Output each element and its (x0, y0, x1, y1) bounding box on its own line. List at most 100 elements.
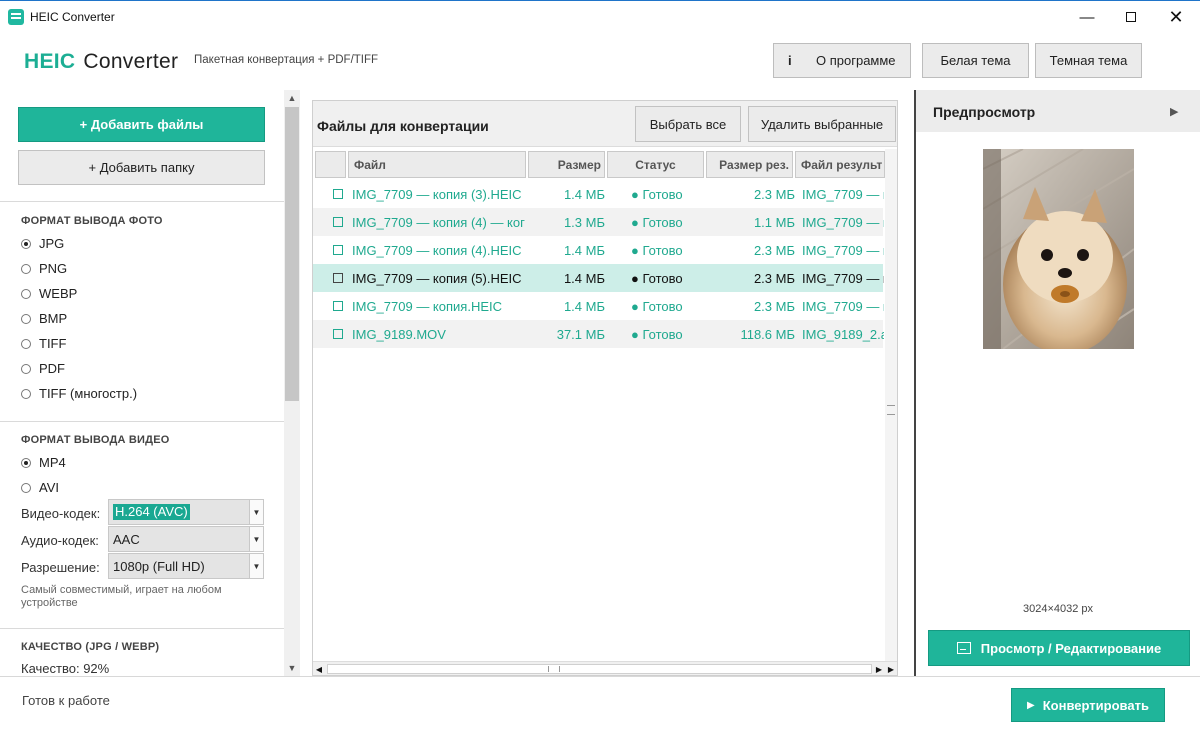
row-checkbox[interactable] (333, 245, 343, 255)
table-row-selected[interactable]: IMG_7709 — копия (5).HEIC 1.4 МБ ● Готов… (313, 264, 884, 292)
scroll-thumb[interactable] (327, 664, 872, 674)
radio-tiff-multipage[interactable]: TIFF (многостр.) (21, 386, 137, 401)
row-checkbox[interactable] (333, 329, 343, 339)
column-header-status[interactable]: Статус (607, 151, 704, 178)
audio-codec-select[interactable]: AAC ▼ (108, 526, 264, 552)
table-row[interactable]: IMG_7709 — копия (3).HEIC 1.4 МБ ● Готов… (313, 180, 884, 208)
radio-mp4[interactable]: MP4 (21, 455, 66, 470)
file-size: 1.4 МБ (563, 243, 605, 258)
file-status: ● Готово (631, 215, 683, 230)
radio-avi[interactable]: AVI (21, 480, 59, 495)
quality-value: Качество: 92% (21, 661, 110, 676)
radio-icon (21, 482, 31, 493)
minimize-button[interactable]: — (1064, 1, 1110, 33)
settings-scrollbar[interactable]: ▲ ▼ (284, 90, 300, 676)
preview-edit-label: Просмотр / Редактирование (980, 640, 1162, 656)
row-checkbox[interactable] (333, 189, 343, 199)
file-name: IMG_7709 — копия (4) — ког (352, 215, 525, 230)
about-button[interactable]: i О программе (773, 43, 911, 78)
column-header-check[interactable] (315, 151, 346, 178)
app-brand: HEIC Converter (24, 50, 178, 74)
scroll-down-icon[interactable]: ▼ (284, 660, 300, 676)
radio-label: WEBP (39, 286, 78, 301)
file-list-horizontal-scrollbar[interactable]: ◀ ▶ ▶ (313, 661, 897, 675)
file-status: ● Готово (631, 187, 683, 202)
table-row[interactable]: IMG_7709 — копия (4) — ког 1.3 МБ ● Гото… (313, 208, 884, 236)
column-header-result-size[interactable]: Размер рез. (706, 151, 793, 178)
result-size: 2.3 МБ (753, 271, 795, 286)
radio-icon (21, 457, 31, 468)
radio-tiff[interactable]: TIFF (21, 336, 66, 351)
image-icon (956, 642, 971, 654)
table-row[interactable]: IMG_7709 — копия (4).HEIC 1.4 МБ ● Готов… (313, 236, 884, 264)
chevron-down-icon[interactable]: ▼ (249, 527, 263, 551)
image-dimensions: 3024×4032 px (1022, 603, 1094, 615)
chevron-down-icon[interactable]: ▼ (249, 500, 263, 524)
radio-icon (21, 288, 31, 299)
file-status: ● Готово (631, 327, 683, 342)
table-row[interactable]: IMG_7709 — копия.HEIC 1.4 МБ ● Готово 2.… (313, 292, 884, 320)
video-codec-select[interactable]: H.264 (AVC) ▼ (108, 499, 264, 525)
preview-panel: Предпросмотр ▶ 3024×4032 px Просмотр / Р… (914, 90, 1200, 676)
radio-icon (21, 313, 31, 324)
file-table-body: IMG_7709 — копия (3).HEIC 1.4 МБ ● Готов… (313, 180, 884, 348)
file-list-vertical-scrollbar[interactable] (885, 149, 897, 661)
quality-heading: КАЧЕСТВО (JPG / WEBP) (21, 641, 160, 653)
column-header-size[interactable]: Размер (528, 151, 605, 178)
status-bar: Готов к работе ▶ Конвертировать (0, 676, 1200, 732)
play-icon[interactable]: ▶ (1170, 105, 1178, 118)
divider (0, 201, 284, 202)
radio-label: MP4 (39, 455, 66, 470)
radio-label: AVI (39, 480, 59, 495)
scroll-up-icon[interactable]: ▲ (284, 90, 300, 106)
column-header-file[interactable]: Файл (348, 151, 526, 178)
resolution-value: 1080p (Full HD) (113, 559, 205, 574)
status-text: Готов к работе (22, 693, 110, 708)
photo-format-heading: ФОРМАТ ВЫВОДА ФОТО (21, 215, 163, 227)
scroll-left-icon[interactable]: ◀ (313, 662, 325, 676)
file-name: IMG_7709 — копия (5).HEIC (352, 271, 522, 286)
radio-bmp[interactable]: BMP (21, 311, 67, 326)
result-file: IMG_9189_2.av (802, 327, 884, 342)
dark-theme-button[interactable]: Темная тема (1035, 43, 1142, 78)
divider (0, 421, 284, 422)
result-file: IMG_7709 — к (802, 215, 884, 230)
row-checkbox[interactable] (333, 301, 343, 311)
add-folder-button[interactable]: + Добавить папку (18, 150, 265, 185)
file-status: ● Готово (631, 243, 683, 258)
light-theme-button[interactable]: Белая тема (922, 43, 1029, 78)
video-codec-value: H.264 (AVC) (113, 504, 190, 520)
radio-pdf[interactable]: PDF (21, 361, 65, 376)
scroll-right-end-icon[interactable]: ▶ (885, 662, 897, 676)
scroll-grip-icon[interactable] (887, 405, 895, 415)
delete-selected-button[interactable]: Удалить выбранные (748, 106, 896, 142)
video-format-heading: ФОРМАТ ВЫВОДА ВИДЕО (21, 434, 170, 446)
radio-jpg[interactable]: JPG (21, 236, 64, 251)
preview-title: Предпросмотр (933, 104, 1036, 120)
radio-webp[interactable]: WEBP (21, 286, 77, 301)
title-bar: HEIC Converter — ✕ (0, 0, 1200, 32)
result-file: IMG_7709 — к (802, 187, 884, 202)
close-button[interactable]: ✕ (1153, 1, 1199, 33)
scroll-thumb[interactable] (285, 107, 299, 401)
resolution-select[interactable]: 1080p (Full HD) ▼ (108, 553, 264, 579)
chevron-down-icon[interactable]: ▼ (249, 554, 263, 578)
row-checkbox[interactable] (333, 273, 343, 283)
settings-panel: + Добавить файлы + Добавить папку ФОРМАТ… (0, 90, 284, 676)
file-status: ● Готово (631, 271, 683, 286)
radio-png[interactable]: PNG (21, 261, 67, 276)
convert-button[interactable]: ▶ Конвертировать (1011, 688, 1165, 722)
row-checkbox[interactable] (333, 217, 343, 227)
column-header-result-file[interactable]: Файл результ (795, 151, 885, 178)
table-header: Файл Размер Статус Размер рез. Файл резу… (315, 151, 885, 178)
table-row[interactable]: IMG_9189.MOV 37.1 МБ ● Готово 118.6 МБ I… (313, 320, 884, 348)
file-size: 1.4 МБ (563, 299, 605, 314)
preview-edit-button[interactable]: Просмотр / Редактирование (928, 630, 1190, 666)
maximize-button[interactable] (1108, 1, 1154, 33)
scroll-right-icon[interactable]: ▶ (873, 662, 885, 676)
add-files-button[interactable]: + Добавить файлы (18, 107, 265, 142)
result-file: IMG_7709 — к (802, 243, 884, 258)
file-name: IMG_7709 — копия (3).HEIC (352, 187, 522, 202)
select-all-button[interactable]: Выбрать все (635, 106, 741, 142)
radio-label: PDF (39, 361, 65, 376)
